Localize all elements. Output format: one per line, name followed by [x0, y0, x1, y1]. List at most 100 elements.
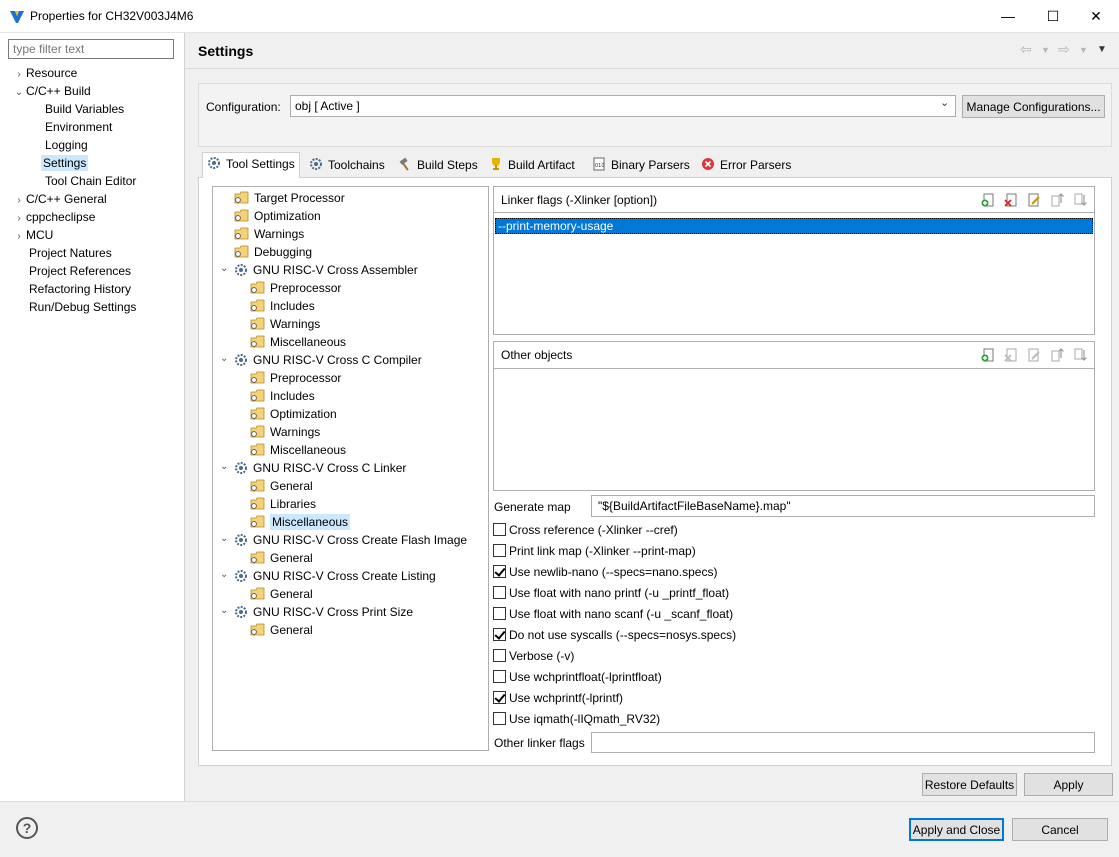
checkbox-box[interactable] — [493, 565, 506, 578]
sidebar-item-run-debug-settings[interactable]: Run/Debug Settings — [29, 298, 136, 316]
checkbox-box[interactable] — [493, 628, 506, 641]
tree-item-cc-includes[interactable]: Includes — [250, 387, 315, 405]
checkbox-box[interactable] — [493, 691, 506, 704]
tree-item-target-processor[interactable]: Target Processor — [234, 189, 345, 207]
help-icon[interactable]: ? — [16, 817, 38, 839]
move-down-icon[interactable] — [1072, 347, 1088, 363]
tree-item-cross-c-linker[interactable]: GNU RISC-V Cross C Linker — [234, 459, 406, 477]
tree-item-create-flash-image[interactable]: GNU RISC-V Cross Create Flash Image — [234, 531, 467, 549]
tree-item-optimization[interactable]: Optimization — [234, 207, 321, 225]
close-icon[interactable]: ✕ — [1073, 0, 1119, 32]
move-up-icon[interactable] — [1049, 192, 1065, 208]
tree-item-cc-miscellaneous[interactable]: Miscellaneous — [250, 441, 346, 459]
tree-item-cross-assembler[interactable]: GNU RISC-V Cross Assembler — [234, 261, 418, 279]
tree-item-cross-c-compiler[interactable]: GNU RISC-V Cross C Compiler — [234, 351, 422, 369]
chevron-down-icon[interactable]: ⌄ — [220, 569, 228, 580]
back-arrow-icon[interactable]: ⇦ — [1020, 41, 1032, 58]
chevron-down-icon[interactable]: ⌄ — [220, 533, 228, 544]
sidebar-item-cpp-build[interactable]: ⌄ C/C++ Build — [12, 82, 91, 100]
sidebar-item-cpp-general[interactable]: › C/C++ General — [12, 190, 106, 208]
tab-build-steps[interactable]: Build Steps — [394, 155, 482, 177]
restore-defaults-button[interactable]: Restore Defaults — [922, 773, 1017, 796]
chevron-down-icon[interactable]: ⌄ — [220, 461, 228, 472]
configuration-select[interactable]: obj [ Active ] — [290, 95, 956, 117]
checkbox-box[interactable] — [493, 544, 506, 557]
chevron-right-icon[interactable]: › — [12, 228, 26, 246]
chevron-down-icon[interactable]: ⌄ — [220, 605, 228, 616]
chevron-down-icon[interactable]: ⌄ — [220, 263, 228, 274]
sidebar-item-tool-chain-editor[interactable]: Tool Chain Editor — [45, 172, 136, 190]
checkbox-box[interactable] — [493, 670, 506, 683]
maximize-icon[interactable]: ☐ — [1030, 0, 1076, 32]
checkbox-wchprintf[interactable]: Use wchprintf(-lprintf) — [493, 690, 623, 706]
cancel-button[interactable]: Cancel — [1012, 818, 1108, 841]
add-icon[interactable] — [980, 347, 996, 363]
tree-item-asm-preprocessor[interactable]: Preprocessor — [250, 279, 341, 297]
move-down-icon[interactable] — [1072, 192, 1088, 208]
chevron-down-icon[interactable]: ⌄ — [220, 353, 228, 364]
tree-item-debugging[interactable]: Debugging — [234, 243, 312, 261]
apply-button[interactable]: Apply — [1024, 773, 1113, 796]
checkbox-box[interactable] — [493, 523, 506, 536]
tree-item-ld-miscellaneous[interactable]: Miscellaneous — [250, 513, 351, 531]
sidebar-item-project-references[interactable]: Project References — [29, 262, 131, 280]
sidebar-item-environment[interactable]: Environment — [45, 118, 112, 136]
tree-item-cc-preprocessor[interactable]: Preprocessor — [250, 369, 341, 387]
tab-binary-parsers[interactable]: 010 Binary Parsers — [588, 155, 694, 177]
tree-item-cc-optimization[interactable]: Optimization — [250, 405, 337, 423]
checkbox-nano-printf-float[interactable]: Use float with nano printf (-u _printf_f… — [493, 585, 729, 601]
tree-item-ld-libraries[interactable]: Libraries — [250, 495, 316, 513]
checkbox-iqmath[interactable]: Use iqmath(-lIQmath_RV32) — [493, 711, 660, 727]
tree-item-listing-general[interactable]: General — [250, 585, 313, 603]
delete-icon[interactable] — [1003, 347, 1019, 363]
add-icon[interactable] — [980, 192, 996, 208]
tree-item-asm-miscellaneous[interactable]: Miscellaneous — [250, 333, 346, 351]
checkbox-box[interactable] — [493, 712, 506, 725]
checkbox-verbose[interactable]: Verbose (-v) — [493, 648, 574, 664]
filter-input[interactable] — [8, 39, 174, 59]
checkbox-print-link-map[interactable]: Print link map (-Xlinker --print-map) — [493, 543, 696, 559]
back-dropdown-icon[interactable]: ▼ — [1041, 45, 1050, 55]
tab-toolchains[interactable]: Toolchains — [305, 155, 389, 177]
tree-item-asm-includes[interactable]: Includes — [250, 297, 315, 315]
checkbox-box[interactable] — [493, 586, 506, 599]
tree-item-asm-warnings[interactable]: Warnings — [250, 315, 320, 333]
other-linker-flags-input[interactable] — [591, 732, 1095, 753]
sidebar-item-project-natures[interactable]: Project Natures — [29, 244, 112, 262]
edit-icon[interactable] — [1026, 347, 1042, 363]
move-up-icon[interactable] — [1049, 347, 1065, 363]
sidebar-item-refactoring-history[interactable]: Refactoring History — [29, 280, 131, 298]
tree-item-size-general[interactable]: General — [250, 621, 313, 639]
manage-configurations-button[interactable]: Manage Configurations... — [962, 95, 1105, 118]
tree-item-print-size[interactable]: GNU RISC-V Cross Print Size — [234, 603, 413, 621]
sidebar-item-build-variables[interactable]: Build Variables — [45, 100, 124, 118]
list-item[interactable]: --print-memory-usage — [495, 218, 1093, 234]
checkbox-cross-reference[interactable]: Cross reference (-Xlinker --cref) — [493, 522, 678, 538]
tree-item-flash-general[interactable]: General — [250, 549, 313, 567]
checkbox-wchprintfloat[interactable]: Use wchprintfloat(-lprintfloat) — [493, 669, 662, 685]
edit-icon[interactable] — [1026, 192, 1042, 208]
checkbox-box[interactable] — [493, 607, 506, 620]
sidebar-item-cppcheclipse[interactable]: › cppcheclipse — [12, 208, 95, 226]
tree-item-ld-general[interactable]: General — [250, 477, 313, 495]
tab-error-parsers[interactable]: Error Parsers — [697, 155, 795, 177]
sidebar-item-mcu[interactable]: › MCU — [12, 226, 53, 244]
tab-tool-settings[interactable]: Tool Settings — [202, 152, 300, 178]
delete-icon[interactable] — [1003, 192, 1019, 208]
checkbox-nano-scanf-float[interactable]: Use float with nano scanf (-u _scanf_flo… — [493, 606, 733, 622]
tree-item-cc-warnings[interactable]: Warnings — [250, 423, 320, 441]
apply-and-close-button[interactable]: Apply and Close — [909, 818, 1004, 841]
generate-map-input[interactable]: "${BuildArtifactFileBaseName}.map" — [591, 495, 1095, 517]
sidebar-item-logging[interactable]: Logging — [45, 136, 88, 154]
forward-arrow-icon[interactable]: ⇨ — [1058, 41, 1070, 58]
minimize-icon[interactable]: — — [985, 0, 1031, 32]
sidebar-item-settings[interactable]: Settings — [41, 154, 89, 172]
sidebar-item-resource[interactable]: › Resource — [12, 64, 77, 82]
tree-item-create-listing[interactable]: GNU RISC-V Cross Create Listing — [234, 567, 436, 585]
checkbox-box[interactable] — [493, 649, 506, 662]
tab-build-artifact[interactable]: Build Artifact — [485, 155, 579, 177]
checkbox-newlib-nano[interactable]: Use newlib-nano (--specs=nano.specs) — [493, 564, 717, 580]
chevron-down-icon[interactable]: ⌄ — [940, 96, 949, 109]
checkbox-no-syscalls[interactable]: Do not use syscalls (--specs=nosys.specs… — [493, 627, 736, 643]
forward-dropdown-icon[interactable]: ▼ — [1079, 45, 1088, 55]
